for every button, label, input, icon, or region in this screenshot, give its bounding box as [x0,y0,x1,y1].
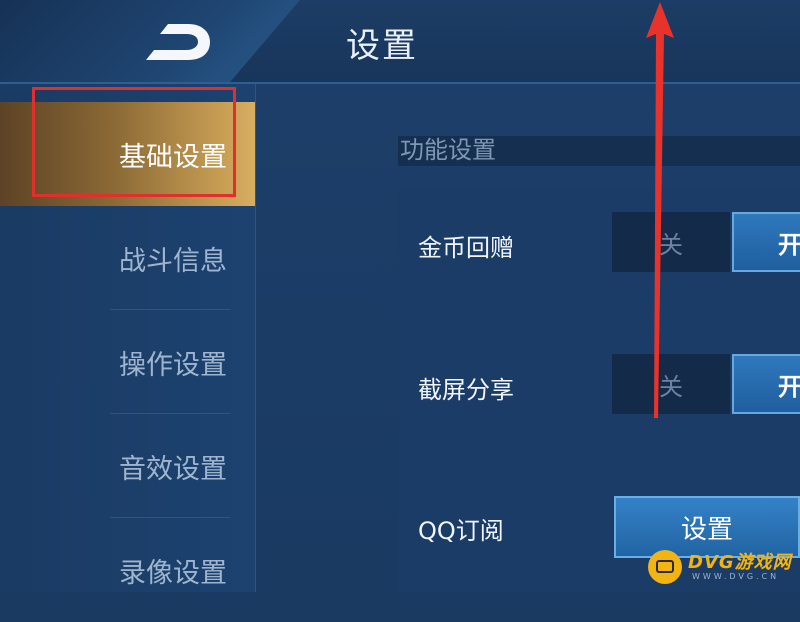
sidebar-item-replay-settings[interactable]: 录像设置 [0,518,255,622]
sidebar-item-label: 战斗信息 [119,245,227,277]
toggle-on-option[interactable]: 开 [732,354,800,414]
section-header: 功能设置 [398,136,800,166]
screenshot-share-label: 截屏分享 [418,376,514,404]
section-title: 功能设置 [400,136,496,164]
sidebar-item-sound-settings[interactable]: 音效设置 [0,414,255,518]
watermark-url: WWW.DVG.CN [692,572,780,581]
gamepad-logo-icon [648,550,682,584]
header-bar: 设置 [0,0,800,84]
sidebar-item-label: 音效设置 [119,453,227,485]
gold-rebate-label: 金币回赠 [418,234,514,262]
watermark: DVG游戏网 WWW.DVG.CN [648,546,798,590]
watermark-brand: DVG游戏网 [688,552,792,573]
annotation-arrow-icon [646,2,674,418]
sidebar-item-battle-info[interactable]: 战斗信息 [0,206,255,310]
sidebar-item-label: 录像设置 [119,557,227,589]
annotation-highlight-box [32,87,236,197]
sidebar-item-label: 操作设置 [119,349,227,381]
back-arrow-icon[interactable] [142,20,214,64]
toggle-on-option[interactable]: 开 [732,212,800,272]
page-title: 设置 [346,26,418,66]
sidebar-item-control-settings[interactable]: 操作设置 [0,310,255,414]
qq-subscription-label: QQ订阅 [418,517,504,545]
